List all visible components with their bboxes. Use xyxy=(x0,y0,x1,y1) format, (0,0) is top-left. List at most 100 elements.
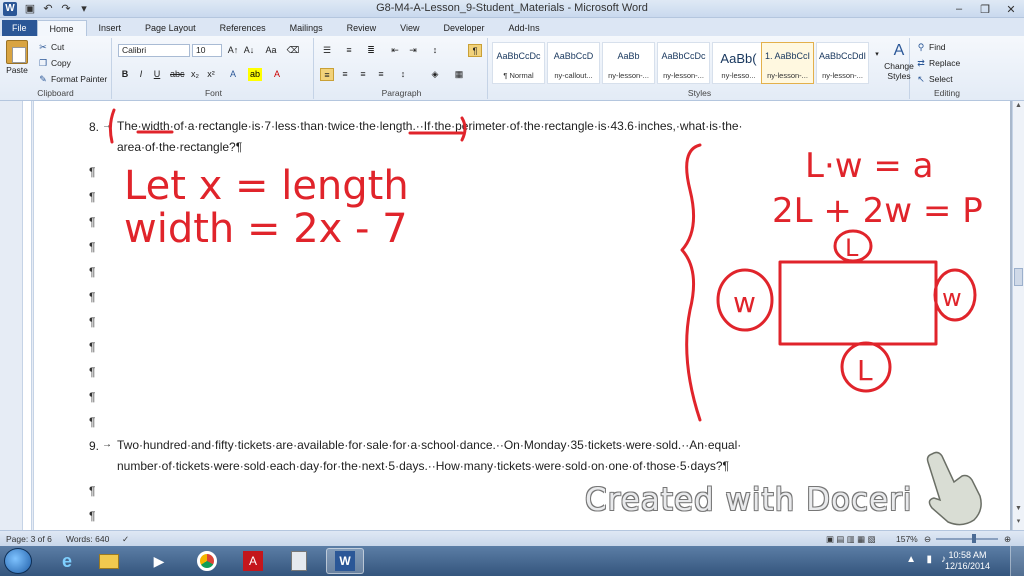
system-clock[interactable]: 10:58 AM 12/16/2014 xyxy=(945,550,990,572)
tab-page-layout[interactable]: Page Layout xyxy=(133,20,208,36)
style-sample: 1. AaBbCcI xyxy=(764,51,811,61)
proofing-icon[interactable]: ✓ xyxy=(122,534,129,545)
style-name: ny-lesson-... xyxy=(608,71,649,80)
close-button[interactable]: ✕ xyxy=(998,0,1024,18)
style-ny-lesson-3[interactable]: AaBbCcDdI ny-lesson-... xyxy=(816,42,869,84)
view-buttons[interactable]: ▣ ▤ ▥ ▦ ▧ xyxy=(826,534,876,545)
tab-developer[interactable]: Developer xyxy=(432,20,497,36)
style-ny-lesson-1[interactable]: AaBb ny-lesson-... xyxy=(602,42,655,84)
style-ny-callout[interactable]: AaBbCcD ny-callout... xyxy=(547,42,600,84)
align-center-icon[interactable]: ≡ xyxy=(338,68,352,81)
replace-button[interactable]: ⇄ Replace xyxy=(916,58,960,68)
tab-add-ins[interactable]: Add-Ins xyxy=(497,20,552,36)
underline-icon[interactable]: U xyxy=(150,68,164,81)
tab-home[interactable]: Home xyxy=(36,20,87,36)
tab-mailings[interactable]: Mailings xyxy=(278,20,335,36)
redo-icon[interactable]: ↷ xyxy=(59,2,73,15)
scroll-up-icon[interactable]: ▲ xyxy=(1014,102,1023,112)
minimize-button[interactable]: – xyxy=(946,0,972,18)
clear-formatting-icon[interactable]: ⌫ xyxy=(286,44,300,57)
grow-font-icon[interactable]: A↑ xyxy=(226,44,240,57)
bold-icon[interactable]: B xyxy=(118,68,132,81)
shading-icon[interactable]: ◈ xyxy=(428,68,442,81)
taskbar-chrome[interactable] xyxy=(188,548,226,574)
zoom-level[interactable]: 157% xyxy=(896,534,918,544)
style-name: ny-lesson-... xyxy=(767,71,808,80)
superscript-icon[interactable]: x² xyxy=(204,68,218,81)
subscript-icon[interactable]: x₂ xyxy=(188,68,202,81)
tab-file[interactable]: File xyxy=(2,20,37,36)
q8-text-line2[interactable]: area·of·the·rectangle?¶ xyxy=(117,140,242,154)
taskbar-word[interactable]: W xyxy=(326,548,364,574)
taskbar-calculator[interactable] xyxy=(280,548,318,574)
copy-button[interactable]: ❐ Copy xyxy=(38,58,71,68)
zoom-slider[interactable] xyxy=(936,538,998,540)
scroll-thumb[interactable] xyxy=(1014,268,1023,286)
text-effects-icon[interactable]: A xyxy=(226,68,240,81)
tab-insert[interactable]: Insert xyxy=(87,20,134,36)
taskbar-file-explorer[interactable] xyxy=(90,548,128,574)
font-size-select[interactable]: 10 xyxy=(192,44,222,57)
cursor-icon: ↖ xyxy=(917,74,925,84)
sort-icon[interactable]: ↕ xyxy=(428,44,442,57)
next-page-icon[interactable]: ▾ xyxy=(1014,517,1023,527)
scroll-down-icon[interactable]: ▼ xyxy=(1014,505,1023,515)
bullets-icon[interactable]: ☰ xyxy=(320,44,334,57)
taskbar-internet-explorer[interactable]: e xyxy=(48,548,86,574)
font-family-select[interactable]: Calibri xyxy=(118,44,190,57)
zoom-out-icon[interactable]: ⊖ xyxy=(924,534,931,545)
style-sample: AaBb xyxy=(617,51,640,61)
change-case-icon[interactable]: Aa xyxy=(264,44,278,57)
tab-view[interactable]: View xyxy=(388,20,431,36)
paste-button[interactable]: Paste xyxy=(6,40,28,75)
show-hide-icon[interactable]: ¶ xyxy=(468,44,482,57)
q9-text-line1[interactable]: Two·hundred·and·fifty·tickets·are·availa… xyxy=(117,438,741,452)
start-button[interactable] xyxy=(4,548,32,574)
style-ny-lesson-numbered[interactable]: 1. AaBbCcI ny-lesson-... xyxy=(761,42,814,84)
italic-icon[interactable]: I xyxy=(134,68,148,81)
numbering-icon[interactable]: ≡ xyxy=(342,44,356,57)
pilcrow: ¶ xyxy=(89,415,96,429)
undo-icon[interactable]: ↶ xyxy=(41,2,55,15)
change-styles-button[interactable]: A Change Styles xyxy=(882,42,916,81)
decrease-indent-icon[interactable]: ⇤ xyxy=(388,44,402,57)
style-name: ny-lesson-... xyxy=(663,71,704,80)
word-count[interactable]: Words: 640 xyxy=(66,534,109,544)
style-ny-lesson-2[interactable]: AaBbCcDc ny-lesson-... xyxy=(657,42,710,84)
style-ny-lesso[interactable]: AaBb(ny-lesso... xyxy=(712,42,765,84)
word-logo-icon[interactable]: W xyxy=(3,1,17,16)
style-normal[interactable]: AaBbCcDc ¶ Normal xyxy=(492,42,545,84)
align-left-icon[interactable]: ≡ xyxy=(320,68,334,81)
tray-arrow-icon[interactable]: ▲ xyxy=(906,554,916,565)
borders-icon[interactable]: ▦ xyxy=(452,68,466,81)
font-color-icon[interactable]: A xyxy=(270,68,284,81)
network-icon[interactable]: ▮ xyxy=(926,554,932,565)
select-button[interactable]: ↖ Select xyxy=(916,74,952,84)
find-button[interactable]: ⚲ Find xyxy=(916,42,946,52)
cut-button[interactable]: ✂ Cut xyxy=(38,42,64,52)
taskbar-acrobat[interactable]: A xyxy=(234,548,272,574)
highlight-icon[interactable]: ab xyxy=(248,68,262,81)
save-icon[interactable]: ▣ xyxy=(23,2,37,15)
strikethrough-icon[interactable]: abc xyxy=(170,68,185,81)
restore-button[interactable]: ❐ xyxy=(972,0,998,18)
zoom-slider-thumb[interactable] xyxy=(972,534,976,543)
format-painter-button[interactable]: ✎ Format Painter xyxy=(38,74,107,84)
q9-text-line2[interactable]: number·of·tickets·were·sold·each·day·for… xyxy=(117,459,729,473)
increase-indent-icon[interactable]: ⇥ xyxy=(406,44,420,57)
tab-references[interactable]: References xyxy=(208,20,278,36)
style-name: ny-lesson-... xyxy=(822,71,863,80)
tab-review[interactable]: Review xyxy=(335,20,389,36)
multilevel-list-icon[interactable]: ≣ xyxy=(364,44,378,57)
justify-icon[interactable]: ≡ xyxy=(374,68,388,81)
vertical-scrollbar[interactable]: ▲ ▼ ▾ xyxy=(1012,101,1024,530)
q8-text-line1[interactable]: The·width·of·a·rectangle·is·7·less·than·… xyxy=(117,119,743,133)
shrink-font-icon[interactable]: A↓ xyxy=(242,44,256,57)
align-right-icon[interactable]: ≡ xyxy=(356,68,370,81)
line-spacing-icon[interactable]: ↕ xyxy=(396,68,410,81)
page-count[interactable]: Page: 3 of 6 xyxy=(6,534,52,544)
taskbar-media-player[interactable]: ▶ xyxy=(140,548,178,574)
zoom-in-icon[interactable]: ⊕ xyxy=(1004,534,1011,545)
show-desktop-button[interactable] xyxy=(1010,546,1024,576)
customize-qat-icon[interactable]: ▾ xyxy=(77,2,91,15)
